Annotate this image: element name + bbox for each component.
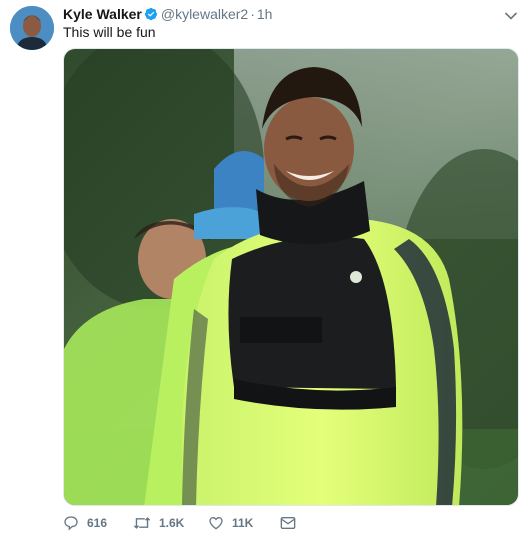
reply-button[interactable]: 616 <box>63 515 133 531</box>
tweet-timestamp[interactable]: 1h <box>257 6 273 22</box>
heart-icon <box>209 516 223 530</box>
author-name[interactable]: Kyle Walker <box>63 6 142 22</box>
author-handle[interactable]: @kylewalker2 <box>161 6 248 22</box>
retweet-icon <box>133 517 151 529</box>
separator-dot: · <box>250 6 255 22</box>
reply-count: 616 <box>87 516 108 530</box>
chevron-down-icon[interactable] <box>504 8 518 26</box>
reply-icon <box>64 516 78 531</box>
photo-image <box>64 49 518 505</box>
tweet-text: This will be fun <box>63 24 156 40</box>
tweet-header: Kyle Walker @kylewalker2 · 1h <box>63 5 272 25</box>
avatar[interactable] <box>10 6 54 50</box>
retweet-count: 1.6K <box>159 516 185 530</box>
direct-message-button[interactable] <box>280 516 310 530</box>
tweet-photo[interactable] <box>63 48 519 506</box>
retweet-button[interactable]: 1.6K <box>133 515 208 531</box>
like-count: 11K <box>232 516 254 530</box>
envelope-icon <box>280 517 296 529</box>
tweet-actions: 616 1.6K 11K <box>63 515 310 531</box>
like-button[interactable]: 11K <box>208 515 280 531</box>
avatar-photo <box>10 6 54 50</box>
